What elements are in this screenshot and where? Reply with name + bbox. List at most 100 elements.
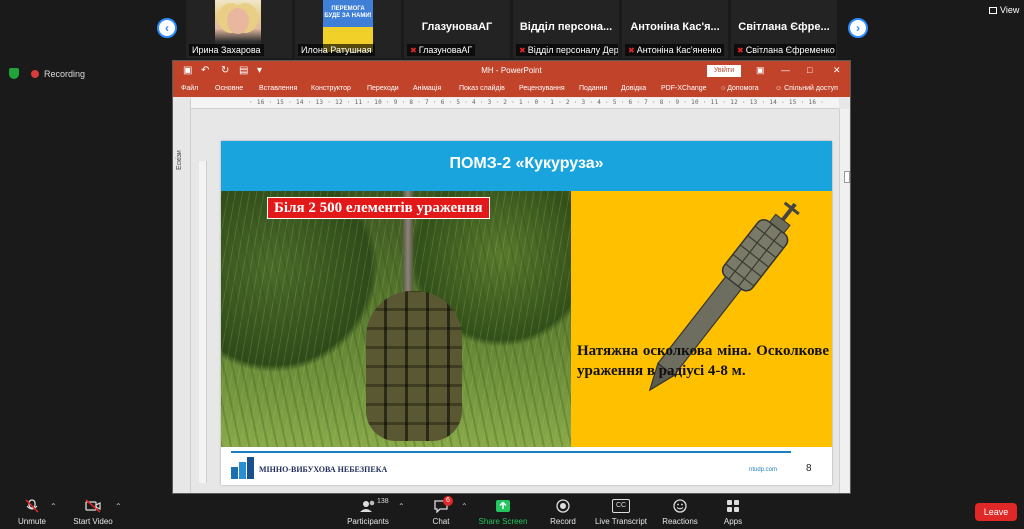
tab-pdf-xchange[interactable]: PDF-XChange: [661, 85, 707, 92]
chat-label: Chat: [432, 517, 450, 526]
mine-photo: Біля 2 500 елементів ураження: [221, 191, 571, 447]
description-panel: Натяжна осколкова міна. Осколкове уражен…: [571, 191, 832, 447]
footer-divider: [231, 451, 791, 453]
gallery-next-button[interactable]: ›: [848, 18, 868, 38]
start-video-button[interactable]: Start Video: [70, 496, 116, 529]
ribbon-display-icon[interactable]: ▣: [756, 65, 765, 76]
flag-text: ПЕРЕМОГА БУДЕ ЗА НАМИ!: [324, 6, 372, 19]
scrollbar-thumb[interactable]: [844, 171, 850, 183]
muted-mic-icon: ✖: [519, 46, 526, 55]
unmute-label: Unmute: [17, 517, 46, 526]
record-icon: [556, 499, 570, 513]
participant-gallery: ‹ Ирина Захарова ПЕРЕМОГА БУДЕ ЗА НАМИ! …: [0, 0, 1024, 60]
tab-home[interactable]: Основне: [215, 85, 243, 92]
participant-display-name: ГлазуноваАГ: [421, 21, 493, 33]
thumbnails-pane[interactable]: Ескізи: [173, 98, 191, 493]
tab-view[interactable]: Подання: [579, 85, 607, 92]
tab-tell-me[interactable]: ○ Допомога: [721, 85, 759, 92]
unmute-button[interactable]: Unmute: [12, 496, 52, 529]
chat-button[interactable]: 6 Chat: [424, 496, 458, 529]
vertical-scrollbar[interactable]: [839, 109, 849, 493]
security-shield-icon[interactable]: [9, 68, 19, 79]
start-video-label: Start Video: [73, 517, 113, 526]
mine-description: Натяжна осколкова міна. Осколкове уражен…: [577, 343, 829, 379]
live-transcript-label: Live Transcript: [594, 517, 648, 526]
slide-canvas[interactable]: ПОМЗ-2 «Кукуруза» Біля 2 500 елементів у…: [221, 141, 832, 485]
record-label: Record: [550, 517, 576, 526]
recording-dot-icon: [31, 70, 39, 78]
participant-tile-5[interactable]: Антоніна Кас'я... ✖ Антоніна Кас'яненко: [622, 0, 728, 58]
live-transcript-button[interactable]: CC Live Transcript: [592, 496, 650, 529]
meeting-toolbar: Unmute ⌃ Start Video ⌃ 138 Participants …: [0, 496, 1024, 529]
apps-button[interactable]: Apps: [718, 496, 748, 529]
mine-body: [366, 291, 462, 441]
slide-title: ПОМЗ-2 «Кукуруза»: [449, 155, 604, 172]
reactions-label: Reactions: [662, 517, 698, 526]
participant-name-label: ✖ ГлазуноваАГ: [407, 44, 476, 56]
reactions-button[interactable]: Reactions: [660, 496, 700, 529]
participants-chevron-icon[interactable]: ⌃: [398, 502, 405, 511]
participants-count: 138: [377, 498, 389, 505]
chat-unread-badge: 6: [443, 496, 453, 506]
vertical-ruler: [199, 161, 207, 483]
participant-tile-2[interactable]: ПЕРЕМОГА БУДЕ ЗА НАМИ! Илона Ратушная: [295, 0, 401, 58]
grid-view-icon: [989, 7, 997, 14]
video-off-icon: [85, 499, 101, 513]
muted-mic-icon: ✖: [737, 46, 744, 55]
minimize-icon[interactable]: —: [781, 65, 790, 75]
ppt-title-bar: ▣ ↶ ↻ ▤ ▾ МН - PowerPoint Увійти ▣ — □ ✕: [173, 61, 850, 81]
mine-drawing: [648, 201, 800, 392]
maximize-icon[interactable]: □: [807, 65, 812, 75]
share-button[interactable]: ☺ Спільний доступ: [775, 85, 838, 92]
participant-display-name: Антоніна Кас'я...: [630, 21, 720, 33]
participant-tile-1[interactable]: Ирина Захарова: [186, 0, 292, 58]
participants-icon: [360, 500, 375, 512]
close-icon[interactable]: ✕: [833, 65, 841, 76]
audio-options-chevron-icon[interactable]: ⌃: [50, 502, 57, 511]
record-button[interactable]: Record: [545, 496, 581, 529]
footer-url: ntudp.com: [749, 467, 778, 473]
tab-slideshow[interactable]: Показ слайдів: [459, 85, 505, 92]
tab-help[interactable]: Довідка: [621, 85, 646, 92]
person-icon: ☺: [775, 85, 785, 92]
participant-display-name: Відділ персона...: [519, 21, 613, 33]
share-screen-icon: [496, 500, 510, 512]
tab-file[interactable]: Файл: [181, 85, 198, 92]
participant-tile-4[interactable]: Відділ персона... ✖ Відділ персоналу Дер.…: [513, 0, 619, 58]
tab-review[interactable]: Рецензування: [519, 85, 565, 92]
participant-tile-6[interactable]: Світлана Єфре... ✖ Світлана Єфременко: [731, 0, 837, 58]
leave-button[interactable]: Leave: [975, 503, 1017, 521]
share-screen-button[interactable]: Share Screen: [477, 496, 529, 529]
muted-mic-icon: ✖: [628, 46, 635, 55]
tab-animations[interactable]: Анімація: [413, 85, 441, 92]
participant-name-label: ✖ Відділ персоналу Дер...: [516, 44, 618, 56]
participants-label: Participants: [347, 517, 389, 526]
video-options-chevron-icon[interactable]: ⌃: [115, 502, 122, 511]
participant-tile-3[interactable]: ГлазуноваАГ ✖ ГлазуноваАГ: [404, 0, 510, 58]
fragments-badge: Біля 2 500 елементів ураження: [267, 197, 490, 219]
tab-transitions[interactable]: Переходи: [367, 85, 399, 92]
horizontal-ruler: · 16 · 15 · 14 · 13 · 12 · 11 · 10 · 9 ·…: [191, 98, 839, 109]
apps-label: Apps: [723, 517, 743, 526]
tab-insert[interactable]: Вставлення: [259, 85, 297, 92]
participants-button[interactable]: 138 Participants: [343, 496, 393, 529]
reactions-icon: [673, 499, 687, 513]
muted-mic-icon: [25, 499, 39, 513]
chat-chevron-icon[interactable]: ⌃: [461, 502, 468, 511]
muted-mic-icon: ✖: [410, 46, 417, 55]
participant-name-label: Илона Ратушная: [298, 44, 375, 56]
ppt-window-title: МН - PowerPoint: [481, 66, 542, 75]
ribbon-tabs: Файл Основне Вставлення Конструктор Пере…: [173, 81, 850, 97]
sign-in-button[interactable]: Увійти: [707, 65, 741, 77]
recording-label: Recording: [44, 69, 86, 79]
participant-name-label: Ирина Захарова: [189, 44, 264, 56]
thumbnails-pane-label: Ескізи: [176, 150, 183, 170]
ruler-scale: · 16 · 15 · 14 · 13 · 12 · 11 · 10 · 9 ·…: [249, 99, 825, 106]
gallery-prev-button[interactable]: ‹: [157, 18, 177, 38]
view-button[interactable]: View: [985, 3, 1023, 17]
participant-display-name: Світлана Єфре...: [738, 21, 830, 33]
slide-header-bar: ПОМЗ-2 «Кукуруза»: [221, 141, 832, 191]
apps-grid-icon: [727, 500, 739, 512]
zoom-meeting-window: ‹ Ирина Захарова ПЕРЕМОГА БУДЕ ЗА НАМИ! …: [0, 0, 1024, 529]
tab-design[interactable]: Конструктор: [311, 85, 351, 92]
